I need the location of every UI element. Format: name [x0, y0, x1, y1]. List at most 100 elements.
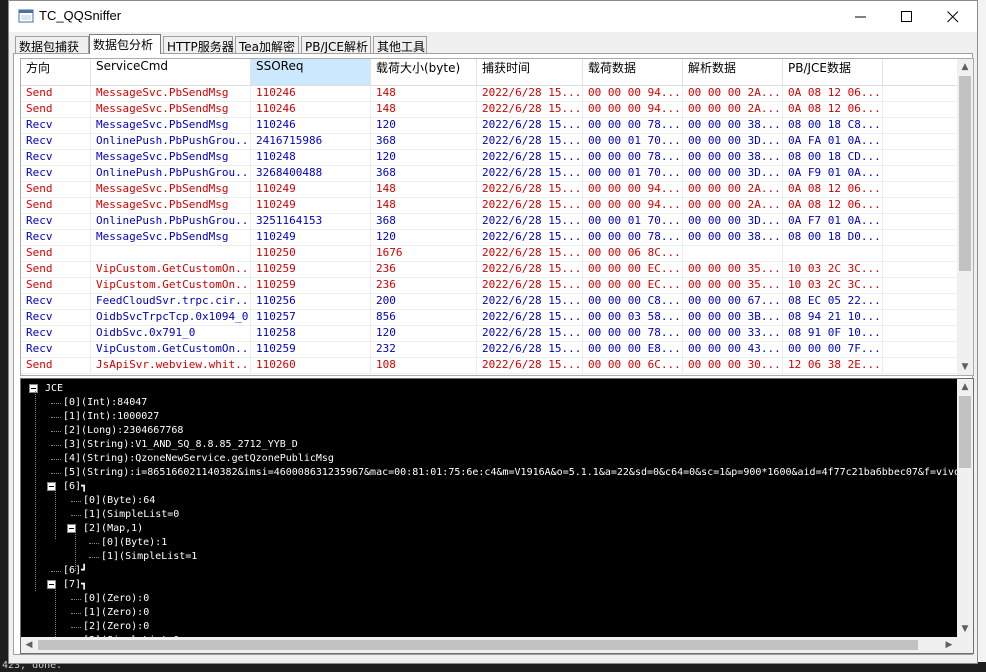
- column-header-8[interactable]: PB/JCE数据: [783, 59, 883, 85]
- tree-node[interactable]: [3](String):V1_AND_SQ_8.8.85_2712_YYB_D: [63, 438, 298, 452]
- tree-node[interactable]: [2](Long):2304667768: [63, 424, 183, 438]
- minimize-icon: [855, 16, 866, 18]
- table-cell: Recv: [21, 118, 91, 133]
- tab-4[interactable]: Tea加解密: [235, 36, 299, 54]
- table-row[interactable]: Recv OnlinePush.PbPushGrou... 3268400488 36…: [21, 166, 961, 182]
- tree-scroll-up-arrow-icon[interactable]: ▲: [957, 379, 973, 395]
- tab-3[interactable]: HTTP服务器: [163, 36, 234, 54]
- table-cell: 110257: [251, 310, 371, 325]
- table-row[interactable]: Send MessageSvc.PbSendMsg 110249 148 2022/6/…: [21, 198, 961, 214]
- table-cell: 00 00 00 2A...: [683, 102, 783, 117]
- tree-node[interactable]: JCE: [45, 382, 63, 396]
- column-header-6[interactable]: 载荷数据: [583, 59, 683, 85]
- table-cell: 2416715986: [251, 134, 371, 149]
- table-row[interactable]: Send VipCustom.GetCustomOn... 110259 236 202…: [21, 262, 961, 278]
- table-cell: 0A 08 12 06...: [783, 198, 883, 213]
- table-cell: 00 00 00 C8...: [583, 294, 683, 309]
- tree-node[interactable]: [4](String):QzoneNewService.getQzonePubl…: [63, 452, 334, 466]
- table-row[interactable]: Send JsApiSvr.webview.whit... 110260 108 202…: [21, 358, 961, 374]
- column-header-1[interactable]: 方向: [21, 59, 91, 85]
- tree-scroll-thumb[interactable]: [959, 396, 971, 468]
- column-header-4[interactable]: 载荷大小(byte): [371, 59, 477, 85]
- tree-node[interactable]: [7]┓: [63, 578, 87, 592]
- packet-grid[interactable]: 方向 ServiceCmd SSOReq 载荷大小(byte) 捕获时间 载荷数据 解析数据…: [20, 58, 974, 376]
- table-row[interactable]: Recv VipCustom.GetCustomOn... 110259 232 202…: [21, 342, 961, 358]
- table-row[interactable]: Send MessageSvc.PbSendMsg 110249 148 2022/6/…: [21, 182, 961, 198]
- table-row[interactable]: Recv FeedCloudSvr.trpc.cir... 110256 200 202…: [21, 294, 961, 310]
- column-header-3[interactable]: SSOReq: [251, 59, 371, 85]
- table-row[interactable]: Send 110250 1676 2022/6/28 15... 00 00 06 8C…: [21, 246, 961, 262]
- scroll-up-arrow-icon[interactable]: ▲: [957, 59, 973, 75]
- tree-vertical-scrollbar[interactable]: ▲ ▼: [957, 379, 973, 637]
- table-cell: 00 00 00 EC...: [583, 262, 683, 277]
- table-cell: 00 00 00 3D...: [683, 134, 783, 149]
- table-row[interactable]: Recv OidbSvcTrpcTcp.0x1094_0 110257 856 2022…: [21, 310, 961, 326]
- table-cell: VipCustom.GetCustomOn...: [91, 262, 251, 277]
- table-cell: 00 00 00 38...: [683, 150, 783, 165]
- tree-node[interactable]: [0](Byte):64: [83, 494, 155, 508]
- table-cell: Send: [21, 246, 91, 261]
- tree-scroll-left-arrow-icon[interactable]: ◀: [21, 637, 37, 653]
- tree-guide-line: [55, 587, 56, 643]
- tree-scroll-right-arrow-icon[interactable]: ▶: [941, 637, 957, 653]
- tree-node[interactable]: [1](Int):1000027: [63, 410, 159, 424]
- table-cell: Send: [21, 182, 91, 197]
- table-cell: Send: [21, 86, 91, 101]
- table-cell: MessageSvc.PbSendMsg: [91, 150, 251, 165]
- title-bar[interactable]: TC_QQSniffer: [9, 1, 977, 32]
- grid-scroll-thumb[interactable]: [959, 76, 971, 271]
- tab-1[interactable]: 数据包捕获: [15, 36, 89, 54]
- table-cell: 0A F7 01 0A...: [783, 214, 883, 229]
- tab-6[interactable]: 其他工具: [373, 36, 427, 54]
- table-cell: 2022/6/28 15...: [477, 182, 583, 197]
- column-header-2[interactable]: ServiceCmd: [91, 59, 251, 85]
- tree-node[interactable]: [2](Zero):0: [83, 620, 149, 634]
- table-cell: 148: [371, 182, 477, 197]
- tree-node[interactable]: [1](Zero):0: [83, 606, 149, 620]
- table-row[interactable]: Recv MessageSvc.PbSendMsg 110246 120 2022/6/…: [21, 118, 961, 134]
- tree-node[interactable]: [6]┓: [63, 480, 87, 494]
- table-row[interactable]: Recv MessageSvc.PbSendMsg 110248 120 2022/6/…: [21, 150, 961, 166]
- tree-connector: [51, 403, 61, 404]
- table-row[interactable]: Recv OnlinePush.PbPushGrou... 3251164153 36…: [21, 214, 961, 230]
- table-cell: 110259: [251, 342, 371, 357]
- table-cell: JsApiSvr.webview.whit...: [91, 358, 251, 373]
- tree-scroll-down-arrow-icon[interactable]: ▼: [957, 621, 973, 637]
- jce-tree-view[interactable]: JCE [0](Int):84047 [1](Int):1000027 [2](Lon…: [20, 378, 974, 654]
- table-cell: 00 00 01 70...: [583, 166, 683, 181]
- tree-connector: [71, 613, 81, 614]
- close-button[interactable]: [930, 1, 976, 32]
- table-cell: 00 00 01 70...: [583, 214, 683, 229]
- tree-node[interactable]: [1](SimpleList=0: [83, 508, 179, 522]
- table-cell: MessageSvc.PbSendMsg: [91, 102, 251, 117]
- tree-node[interactable]: [2](Map,1): [83, 522, 143, 536]
- table-cell: 00 00 00 94...: [583, 182, 683, 197]
- tree-node[interactable]: [0](Byte):1: [101, 536, 167, 550]
- tree-collapse-icon[interactable]: [29, 384, 38, 393]
- table-row[interactable]: Recv OnlinePush.PbPushGrou... 2416715986 36…: [21, 134, 961, 150]
- column-header-5[interactable]: 捕获时间: [477, 59, 583, 85]
- table-row[interactable]: Recv OidbSvc.0x791_0 110258 120 2022/6/28 15…: [21, 326, 961, 342]
- column-header-7[interactable]: 解析数据: [683, 59, 783, 85]
- table-row[interactable]: Send MessageSvc.PbSendMsg 110246 148 2022/6/…: [21, 102, 961, 118]
- table-cell: 148: [371, 198, 477, 213]
- table-row[interactable]: Send VipCustom.GetCustomOn... 110259 236 202…: [21, 278, 961, 294]
- tree-node[interactable]: [0](Int):84047: [63, 396, 147, 410]
- scroll-down-arrow-icon[interactable]: ▼: [957, 359, 973, 375]
- grid-vertical-scrollbar[interactable]: ▲ ▼: [957, 59, 973, 375]
- tree-node[interactable]: [5](String):i=865166021140382&imsi=46000…: [63, 466, 960, 480]
- tree-hscroll-thumb[interactable]: [38, 640, 918, 650]
- tab-2[interactable]: 数据包分析: [89, 34, 161, 54]
- tree-node[interactable]: [0](Zero):0: [83, 592, 149, 606]
- tree-node[interactable]: [1](SimpleList=1: [101, 550, 197, 564]
- table-row[interactable]: Send MessageSvc.PbSendMsg 110246 148 2022/6/…: [21, 86, 961, 102]
- table-cell: 0A 08 12 06...: [783, 182, 883, 197]
- table-cell: 00 00 00 3D...: [683, 214, 783, 229]
- table-row[interactable]: Recv MessageSvc.PbSendMsg 110249 120 2022/6/…: [21, 230, 961, 246]
- tree-horizontal-scrollbar[interactable]: ◀ ▶: [21, 637, 957, 653]
- minimize-button[interactable]: [838, 1, 884, 32]
- table-cell: 2022/6/28 15...: [477, 342, 583, 357]
- tab-5[interactable]: PB/JCE解析: [301, 36, 371, 54]
- table-cell: 236: [371, 262, 477, 277]
- maximize-button[interactable]: [884, 1, 930, 32]
